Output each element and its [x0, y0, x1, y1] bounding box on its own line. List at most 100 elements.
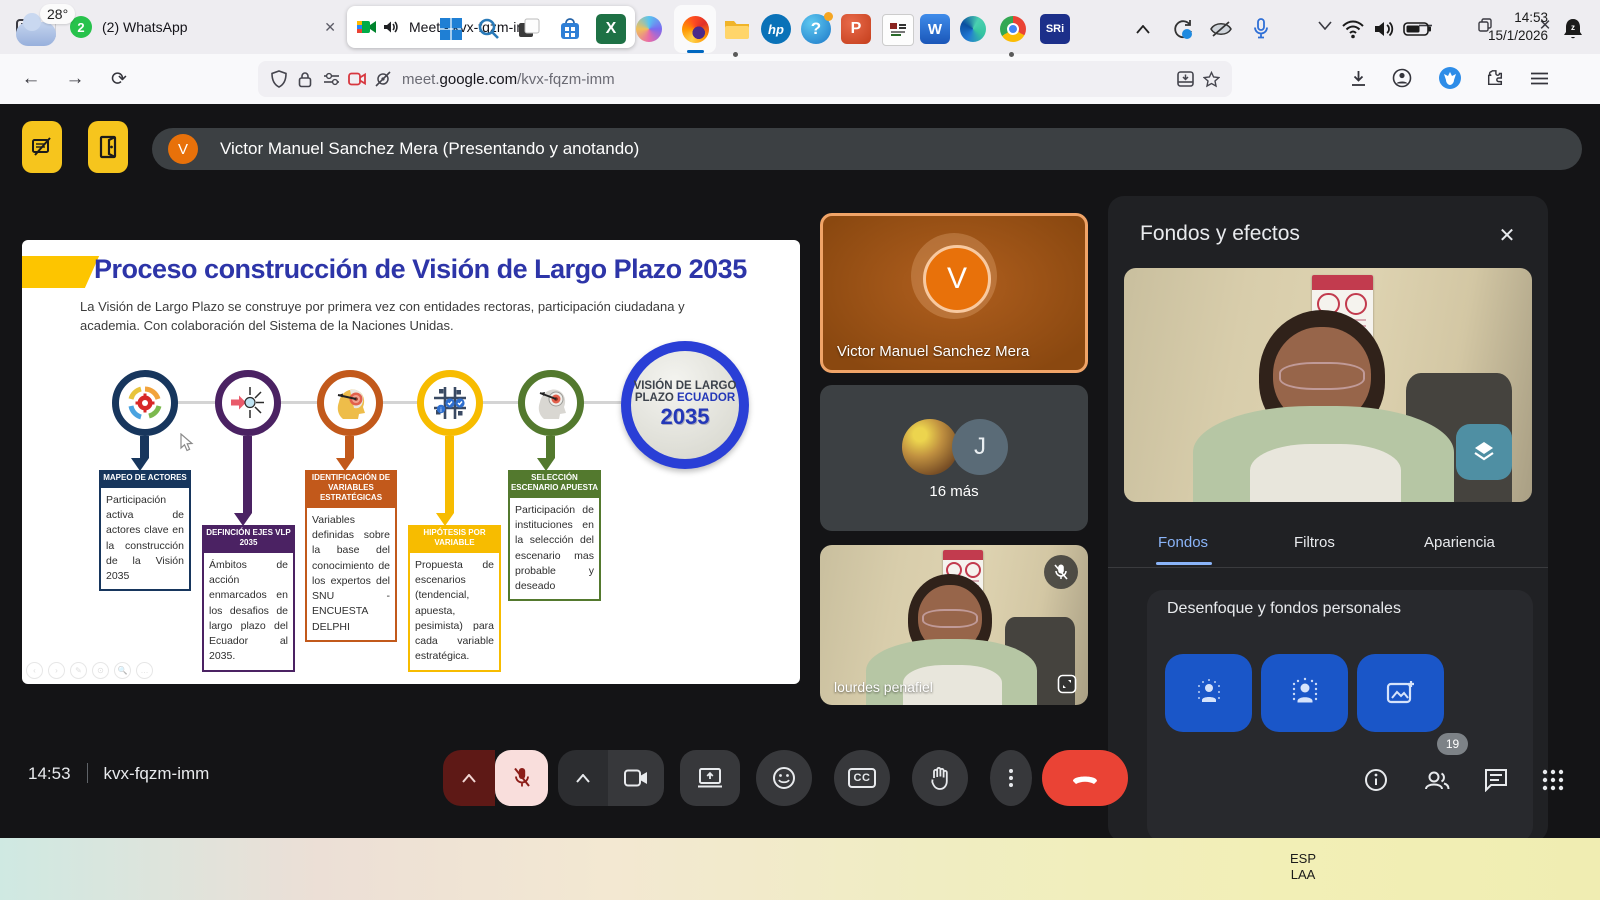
tab-fondos[interactable]: Fondos	[1158, 534, 1208, 551]
weather-widget[interactable]: 28°	[16, 10, 106, 54]
tab-filtros[interactable]: Filtros	[1294, 534, 1335, 551]
app-logo-icon[interactable]	[882, 14, 914, 46]
search-button[interactable]	[474, 14, 504, 44]
svg-text:z: z	[1571, 23, 1575, 32]
person-glasses	[922, 609, 978, 628]
file-explorer-icon[interactable]	[722, 14, 752, 44]
chat-button[interactable]	[1476, 760, 1516, 800]
step2-box: DEFINCIÓN EJES VLP 2035 Ámbitos de acció…	[202, 525, 295, 672]
chrome-icon[interactable]	[998, 14, 1028, 44]
reload-button[interactable]: ⟳	[102, 62, 136, 96]
excel-icon[interactable]: X	[596, 14, 626, 44]
mic-in-use-icon[interactable]	[1246, 14, 1276, 44]
lock-icon[interactable]	[292, 71, 318, 88]
next-slide-icon: ›	[48, 662, 65, 679]
section-title: Desenfoque y fondos personales	[1167, 600, 1401, 618]
exit-presentation-button[interactable]	[88, 121, 128, 173]
meeting-details-button[interactable]	[1356, 760, 1396, 800]
speaker-tile[interactable]: V Victor Manuel Sanchez Mera	[820, 213, 1088, 373]
url-bar[interactable]: meet.google.com/kvx-fqzm-imm	[258, 61, 1232, 97]
start-button[interactable]	[436, 14, 466, 44]
wifi-icon[interactable]	[1338, 14, 1368, 44]
annotation-tool-button[interactable]	[22, 121, 62, 173]
camera-blocked-icon[interactable]	[344, 72, 370, 86]
zoom-icon: 🔍	[114, 662, 131, 679]
firefox-icon[interactable]	[680, 14, 710, 44]
participant-video-tile[interactable]: lourdes penafiel	[820, 545, 1088, 705]
person-blouse	[1250, 444, 1401, 503]
self-video-preview	[1124, 268, 1532, 502]
raise-hand-button[interactable]	[912, 750, 968, 806]
presenter-banner: V Victor Manuel Sanchez Mera (Presentand…	[152, 128, 1582, 170]
forward-button[interactable]: →	[58, 62, 92, 96]
downloads-icon[interactable]	[1340, 60, 1376, 96]
meeting-info: 14:53kvx-fqzm-imm	[28, 763, 209, 784]
autoplay-blocked-icon[interactable]	[370, 70, 396, 88]
participants-button[interactable]	[1417, 760, 1457, 800]
slide-subtitle: La Visión de Largo Plazo se construye po…	[80, 298, 700, 336]
step5-box: SELECCIÓN ESCENARIO APUESTA Participació…	[508, 470, 601, 601]
sri-icon[interactable]: SRi	[1040, 14, 1070, 44]
sync-status-icon[interactable]	[1168, 14, 1198, 44]
tab-label: (2) WhatsApp	[102, 19, 320, 35]
active-tab-underline	[1156, 562, 1212, 565]
edge-icon[interactable]	[958, 14, 988, 44]
arrow	[445, 436, 454, 513]
help-icon[interactable]: ?	[801, 14, 831, 44]
meet-app: V Victor Manuel Sanchez Mera (Presentand…	[0, 104, 1600, 838]
slide-viewer-controls[interactable]: ‹›✎⊙🔍…	[26, 662, 153, 679]
volume-icon[interactable]	[1370, 14, 1400, 44]
mic-options-chevron[interactable]	[443, 750, 495, 806]
back-button[interactable]: ←	[14, 62, 48, 96]
task-view-button[interactable]	[514, 14, 544, 44]
menu-icon[interactable]	[1521, 60, 1557, 96]
more-participants-label: 16 más	[820, 483, 1088, 500]
copilot-icon[interactable]	[634, 14, 664, 44]
taskbar-clock[interactable]: 14:53 15/1/2026	[1488, 9, 1548, 45]
upload-background-button[interactable]	[1357, 654, 1444, 732]
meet-icon	[357, 18, 377, 36]
camera-toggle-button[interactable]	[608, 750, 664, 806]
present-screen-button[interactable]	[680, 750, 740, 806]
hp-icon[interactable]: hp	[761, 14, 791, 44]
tray-chevron-icon[interactable]	[1128, 14, 1158, 44]
person-glasses	[1279, 362, 1365, 390]
save-page-icon[interactable]	[1172, 71, 1198, 87]
clock-date: 15/1/2026	[1488, 27, 1548, 45]
step2-icon-axes	[215, 370, 281, 436]
activities-button[interactable]	[1533, 760, 1573, 800]
reactions-button[interactable]	[756, 750, 812, 806]
word-icon[interactable]: W	[920, 14, 950, 44]
battery-icon[interactable]	[1402, 14, 1432, 44]
more-icon: …	[136, 662, 153, 679]
tab-apariencia[interactable]: Apariencia	[1424, 534, 1495, 551]
mic-toggle-button-muted[interactable]	[495, 750, 548, 806]
leave-call-button[interactable]	[1042, 750, 1128, 806]
participant-count-badge: 19	[1437, 733, 1468, 755]
close-panel-icon[interactable]: ✕	[1494, 222, 1520, 248]
permissions-icon[interactable]	[318, 72, 344, 86]
arrow	[546, 436, 555, 458]
captions-button[interactable]: CC	[834, 750, 890, 806]
powerpoint-icon[interactable]: P	[841, 14, 871, 44]
firefox-services-icon[interactable]	[1432, 60, 1468, 96]
keyboard-language-indicator[interactable]: ESPLAA	[1290, 851, 1316, 882]
tab-audio-icon[interactable]	[383, 20, 399, 34]
more-options-button[interactable]	[990, 750, 1032, 806]
camera-options-chevron[interactable]	[558, 750, 608, 806]
expand-tile-icon[interactable]	[1054, 671, 1080, 697]
mic-muted-icon	[1044, 555, 1078, 589]
microsoft-store-icon[interactable]	[555, 14, 585, 44]
account-icon[interactable]	[1384, 60, 1420, 96]
effects-layers-button[interactable]	[1456, 424, 1512, 480]
presented-slide: Proceso construcción de Visión de Largo …	[22, 240, 800, 684]
extensions-icon[interactable]	[1477, 60, 1513, 96]
notification-bell-icon[interactable]: z	[1558, 14, 1588, 44]
shield-icon[interactable]	[266, 70, 292, 88]
overflow-participants-tile[interactable]: J 16 más	[820, 385, 1088, 531]
privacy-eye-off-icon[interactable]	[1206, 14, 1236, 44]
close-tab-icon[interactable]: ✕	[320, 19, 340, 36]
full-blur-button[interactable]	[1261, 654, 1348, 732]
bookmark-star-icon[interactable]	[1198, 71, 1224, 88]
slight-blur-button[interactable]	[1165, 654, 1252, 732]
